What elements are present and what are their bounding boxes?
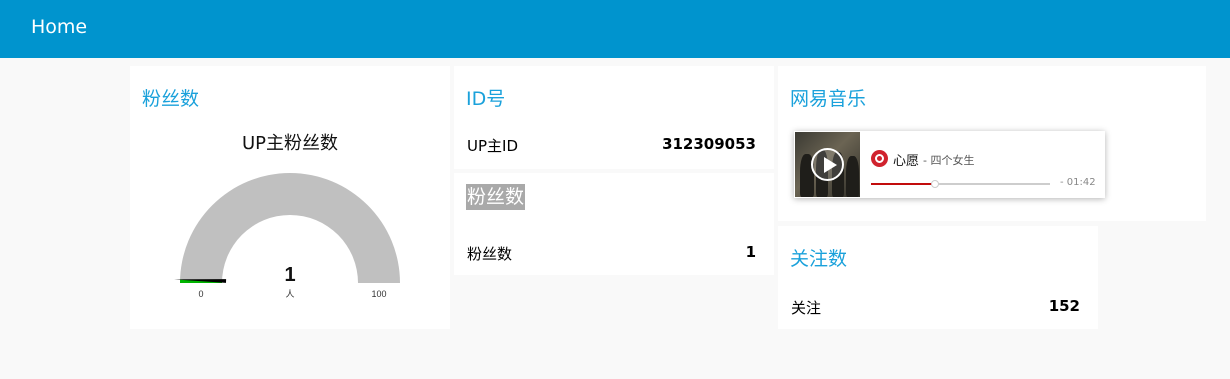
music-player: 心愿 - 四个女生 - 01:42 [794, 131, 1105, 198]
fans-value: 1 [745, 243, 756, 261]
card-title: 关注数 [790, 248, 848, 270]
page-title: Home [31, 16, 88, 38]
play-icon[interactable] [811, 148, 844, 181]
follow-card: 关注数 关注 152 [778, 226, 1098, 329]
gauge-min-label: 0 [198, 289, 203, 299]
card-title: 粉丝数 [142, 88, 200, 110]
id-value: 312309053 [662, 135, 756, 153]
fans-gauge: 1 人 0 100 [174, 173, 400, 299]
netease-music-icon [871, 150, 888, 167]
follow-label: 关注 [791, 299, 822, 317]
id-card: ID号 UP主ID 312309053 [454, 66, 774, 169]
progress-handle[interactable] [931, 180, 940, 188]
music-card: 网易音乐 心愿 - 四个女生 - 01:42 [778, 66, 1206, 221]
progress-fill [871, 183, 936, 185]
gauge-max-label: 100 [371, 289, 386, 299]
song-name: 心愿 [893, 154, 920, 169]
song-artist: - 四个女生 [923, 154, 975, 167]
album-cover [795, 132, 860, 197]
gauge-title: UP主粉丝数 [241, 133, 339, 154]
fans-text-card: 粉丝数 粉丝数 1 [454, 173, 774, 275]
top-bar: Home [0, 0, 1230, 58]
id-label: UP主ID [467, 137, 518, 155]
card-title: 粉丝数 [466, 184, 526, 210]
progress-bar[interactable] [871, 180, 1050, 188]
card-title: 网易音乐 [790, 88, 867, 110]
fans-gauge-card: 粉丝数 UP主粉丝数 1 人 0 100 [130, 66, 450, 329]
card-title: ID号 [466, 88, 506, 110]
gauge-unit: 人 [285, 289, 294, 299]
song-time: - 01:42 [1060, 177, 1096, 188]
fans-label: 粉丝数 [467, 245, 513, 263]
follow-value: 152 [1048, 297, 1080, 315]
gauge-value: 1 [284, 264, 295, 286]
